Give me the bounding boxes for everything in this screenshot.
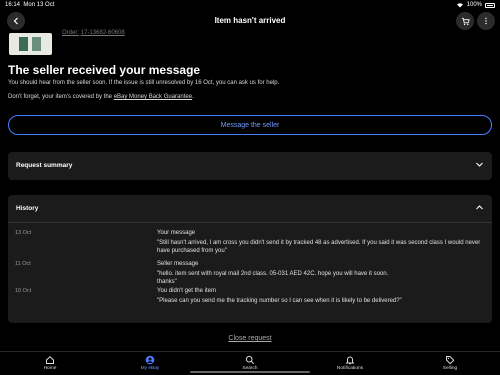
history-entry-body: "hello. item sent with royal mail 2nd cl…: [157, 271, 389, 285]
status-right: 100%: [456, 2, 495, 8]
home-icon: [46, 356, 54, 364]
search-icon: [245, 355, 255, 365]
request-summary-title: Request summary: [16, 162, 73, 169]
message-seller-button[interactable]: Message the seller: [8, 115, 492, 135]
profile-icon: [145, 355, 155, 365]
chevron-up-icon[interactable]: [475, 203, 484, 212]
item-thumbnail[interactable]: [9, 33, 52, 55]
request-summary-panel[interactable]: Request summary: [8, 152, 492, 180]
battery-percent: 100%: [466, 2, 482, 8]
more-options-button[interactable]: [477, 12, 495, 30]
history-entry-body: "Still hasn't arrived, I am cross you di…: [157, 240, 481, 254]
status-headline: The seller received your message: [8, 63, 201, 77]
page-title: Item hasn't arrived: [214, 16, 286, 25]
bottom-tab-bar: Home My eBay Search Notifications Sellin…: [0, 351, 500, 375]
chevron-down-icon: [476, 162, 483, 167]
history-entry-date: 10 Oct: [15, 288, 32, 294]
home-indicator: [190, 371, 310, 373]
top-bar: Item hasn't arrived: [0, 10, 500, 32]
history-panel: History 13 Oct Your message "Still hasn'…: [8, 195, 492, 323]
more-vertical-icon: [485, 17, 487, 25]
order-number[interactable]: Order: 17-13682-60608: [62, 30, 125, 36]
tab-label: Notifications: [336, 366, 364, 371]
history-entry-title: Your message: [157, 230, 196, 236]
history-entry-title: You didn't get the item: [157, 288, 216, 294]
history-divider: [8, 222, 492, 223]
money-back-guarantee-link[interactable]: eBay Money Back Guarantee: [114, 94, 192, 100]
tab-selling[interactable]: Selling: [400, 352, 500, 375]
tab-home[interactable]: Home: [0, 352, 100, 375]
history-title: History: [16, 205, 39, 212]
history-entry-date: 13 Oct: [15, 230, 32, 236]
tab-notifications[interactable]: Notifications: [300, 352, 400, 375]
bell-icon: [345, 356, 355, 365]
history-entry-body: "Please can you send me the tracking num…: [157, 298, 402, 304]
status-bar: 16:14 Mon 13 Oct 100%: [0, 0, 500, 10]
tab-label: Selling: [442, 366, 458, 371]
battery-icon: [485, 2, 495, 8]
history-entry-title: Seller message: [157, 261, 199, 267]
tab-my-ebay[interactable]: My eBay: [100, 352, 200, 375]
history-entry-date: 11 Oct: [15, 261, 31, 267]
wifi-icon: [456, 3, 463, 8]
tag-icon: [446, 356, 455, 365]
cart-button[interactable]: [456, 12, 474, 30]
tab-label: My eBay: [140, 366, 160, 371]
cart-icon: [461, 17, 470, 25]
status-time: 16:14 Mon 13 Oct: [5, 2, 55, 8]
guarantee-info: Don't forget, your item's covered by the…: [8, 94, 194, 100]
status-info: You should hear from the seller soon. If…: [8, 80, 280, 86]
tab-label: Home: [43, 366, 57, 371]
close-request-link[interactable]: Close request: [0, 335, 500, 342]
